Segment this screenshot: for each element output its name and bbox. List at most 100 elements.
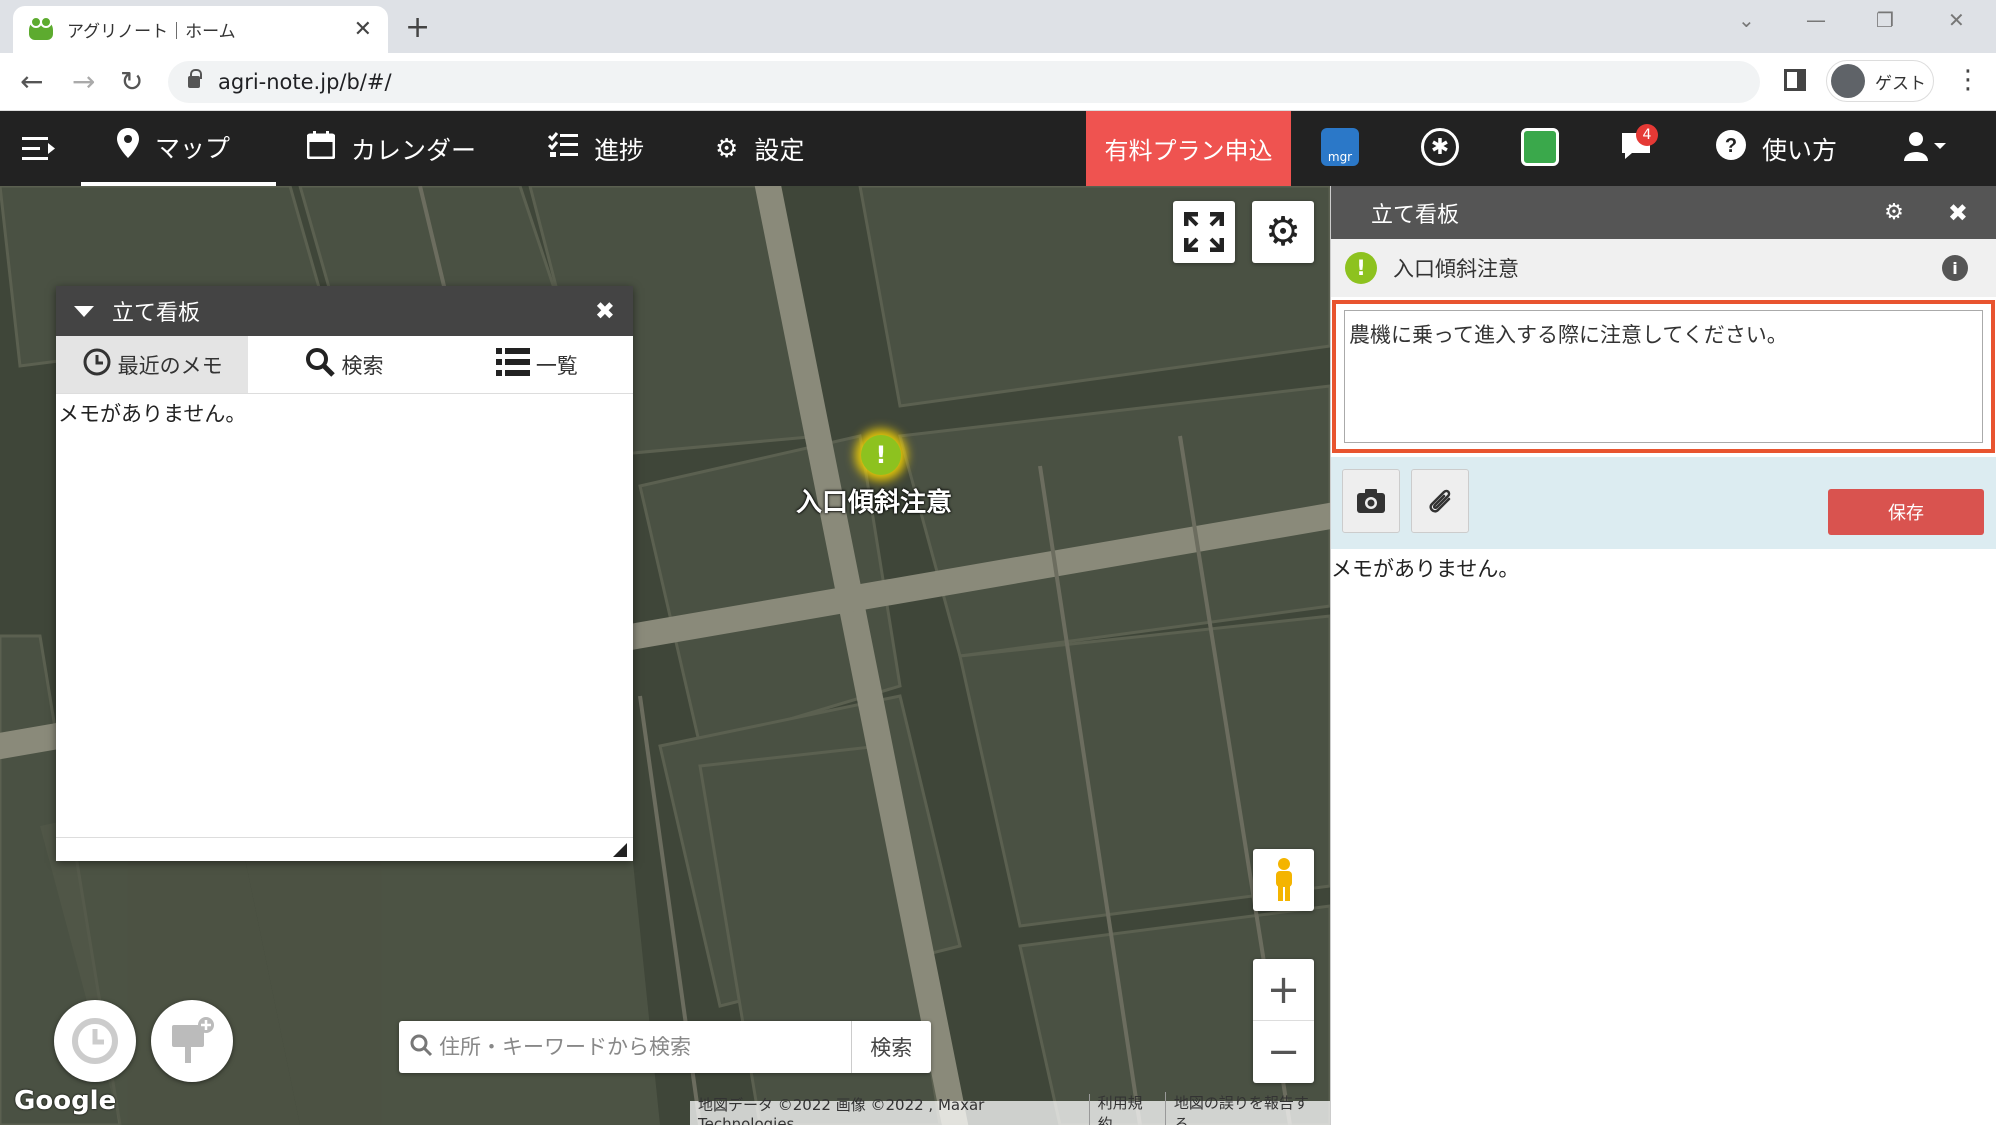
tab-recent-memos[interactable]: 最近のメモ [56, 336, 249, 393]
zoom-out-icon[interactable]: − [1253, 1021, 1314, 1083]
float-panel-tabs: 最近のメモ 検索 一覧 [56, 336, 633, 394]
tab-search[interactable]: 検索 [248, 336, 440, 393]
frog-favicon-icon [29, 15, 53, 40]
signboard-item-name: 入口傾斜注意 [1393, 257, 1519, 281]
search-icon [409, 1033, 433, 1061]
attach-button[interactable] [1411, 469, 1469, 533]
close-tab-icon[interactable]: ✕ [354, 17, 372, 42]
asterisk-service-icon[interactable]: ✱ [1421, 128, 1459, 166]
paid-plan-button[interactable]: 有料プラン申込 [1086, 111, 1291, 186]
fullscreen-button[interactable] [1173, 201, 1235, 263]
collapse-triangle-icon[interactable] [74, 305, 94, 317]
app-navbar: マップ カレンダー 進捗 ⚙ 設定 有料プラン申込 mgr ✱ 4 ? 使い方 [0, 111, 1996, 186]
memo-edit-area: 農機に乗って進入する際に注意してください。 [1332, 300, 1995, 453]
nav-settings-label: 設定 [754, 135, 805, 165]
mgr-app-icon[interactable]: mgr [1321, 128, 1359, 166]
pesticide-search-icon[interactable] [1521, 128, 1559, 166]
report-error-link[interactable]: 地図の誤りを報告する [1166, 1092, 1330, 1125]
map-search-input[interactable] [439, 1035, 851, 1059]
zoom-in-icon[interactable]: + [1253, 959, 1314, 1021]
list-icon [495, 347, 530, 382]
svg-text:?: ? [1725, 135, 1737, 157]
profile-button[interactable]: ゲスト [1826, 60, 1934, 102]
mgr-label: mgr [1327, 150, 1353, 164]
side-panel-title: 立て看板 [1371, 202, 1460, 228]
tab-search-icon[interactable]: ⌄ [1738, 8, 1755, 32]
street-view-pegman-icon[interactable] [1253, 849, 1314, 911]
resize-handle-icon[interactable] [613, 843, 627, 857]
profile-label: ゲスト [1875, 73, 1926, 94]
memo-actions-bar: 保存 [1331, 457, 1996, 549]
camera-icon [1357, 489, 1385, 513]
map-settings-gear-icon[interactable]: ⚙ [1252, 201, 1314, 263]
memo-textarea[interactable]: 農機に乗って進入する際に注意してください。 [1344, 310, 1983, 443]
lock-icon [188, 69, 202, 88]
float-panel-title: 立て看板 [112, 301, 201, 326]
attribution-data: 地図データ ©2022 画像 ©2022 , Maxar Technologie… [690, 1093, 1090, 1125]
checklist-icon [547, 132, 578, 165]
map-search-box: 検索 [399, 1021, 931, 1073]
float-panel-footer [56, 837, 633, 861]
browser-tab[interactable]: アグリノート｜ホーム ✕ [13, 6, 388, 53]
tab-search-label: 検索 [341, 353, 384, 378]
calendar-icon [306, 131, 336, 166]
close-icon[interactable]: ✖ [595, 297, 615, 325]
close-window-icon[interactable]: ✕ [1948, 8, 1965, 32]
browser-menu-icon[interactable]: ⋮ [1955, 65, 1981, 95]
nav-progress[interactable]: 進捗 [547, 111, 644, 186]
nav-map[interactable]: マップ [81, 111, 276, 186]
nav-calendar-label: カレンダー [351, 135, 477, 165]
info-icon[interactable]: i [1942, 255, 1968, 281]
signboard-marker[interactable]: ! [861, 435, 901, 475]
signboard-side-panel: 立て看板 ⚙ ✖ ! 入口傾斜注意 i 農機に乗って進入する際に注意してください… [1330, 186, 1996, 1125]
zoom-control: + − [1253, 959, 1314, 1083]
url-text: agri-note.jp/b/#/ [218, 70, 392, 94]
paperclip-icon [1429, 489, 1451, 513]
address-bar[interactable]: agri-note.jp/b/#/ [168, 61, 1760, 103]
satellite-map[interactable]: ⚙ ! 入口傾斜注意 + − 検索 Google 地図データ ©2022 画像 … [0, 186, 1330, 1125]
history-button[interactable] [54, 1000, 136, 1082]
notification-badge: 4 [1636, 124, 1658, 146]
google-logo: Google [14, 1086, 117, 1116]
add-signboard-button[interactable] [151, 1000, 233, 1082]
restore-icon[interactable]: ❐ [1876, 8, 1894, 32]
browser-tabstrip: アグリノート｜ホーム ✕ + ⌄ — ❐ ✕ [0, 0, 1996, 53]
signboard-item-row: ! 入口傾斜注意 i [1331, 239, 1996, 297]
tab-title: アグリノート｜ホーム [67, 22, 236, 42]
gear-icon: ⚙ [715, 133, 739, 164]
browser-toolbar: ← → ↻ agri-note.jp/b/#/ ゲスト ⋮ [0, 53, 1996, 111]
nav-help-label: 使い方 [1762, 135, 1838, 165]
terms-link[interactable]: 利用規約 [1090, 1092, 1166, 1125]
profile-avatar-icon [1831, 64, 1865, 98]
marker-label: 入口傾斜注意 [796, 488, 953, 518]
side-panel-icon[interactable] [1784, 69, 1806, 91]
tab-list[interactable]: 一覧 [441, 336, 633, 393]
float-panel-header[interactable]: 立て看板 ✖ [56, 286, 633, 336]
nav-calendar[interactable]: カレンダー [306, 111, 477, 186]
nav-help[interactable]: ? 使い方 [1716, 111, 1837, 186]
notifications-button[interactable] [1620, 111, 1652, 186]
user-menu-button[interactable] [1904, 111, 1948, 186]
new-tab-icon[interactable]: + [405, 10, 430, 45]
signboard-add-icon [172, 1017, 214, 1063]
back-arrow-icon[interactable]: ← [20, 65, 43, 98]
map-attribution: 地図データ ©2022 画像 ©2022 , Maxar Technologie… [690, 1092, 1330, 1125]
forward-arrow-icon[interactable]: → [72, 65, 95, 98]
reload-icon[interactable]: ↻ [120, 65, 143, 98]
hamburger-menu-icon[interactable] [22, 111, 56, 186]
float-panel-empty-message: メモがありません。 [58, 402, 247, 426]
tab-recent-label: 最近のメモ [117, 353, 223, 378]
fullscreen-icon [1184, 212, 1224, 252]
user-icon [1904, 131, 1948, 167]
clock-icon [72, 1018, 118, 1064]
close-icon[interactable]: ✖ [1948, 199, 1968, 227]
save-button[interactable]: 保存 [1828, 489, 1984, 535]
help-circle-icon: ? [1716, 130, 1746, 167]
minimize-icon[interactable]: — [1806, 8, 1826, 32]
gear-icon[interactable]: ⚙ [1884, 200, 1904, 225]
side-panel-empty-message: メモがありません。 [1331, 557, 1520, 581]
camera-button[interactable] [1342, 469, 1400, 533]
map-search-button[interactable]: 検索 [850, 1021, 931, 1073]
nav-settings[interactable]: ⚙ 設定 [715, 111, 804, 186]
exclamation-icon: ! [1345, 252, 1377, 284]
